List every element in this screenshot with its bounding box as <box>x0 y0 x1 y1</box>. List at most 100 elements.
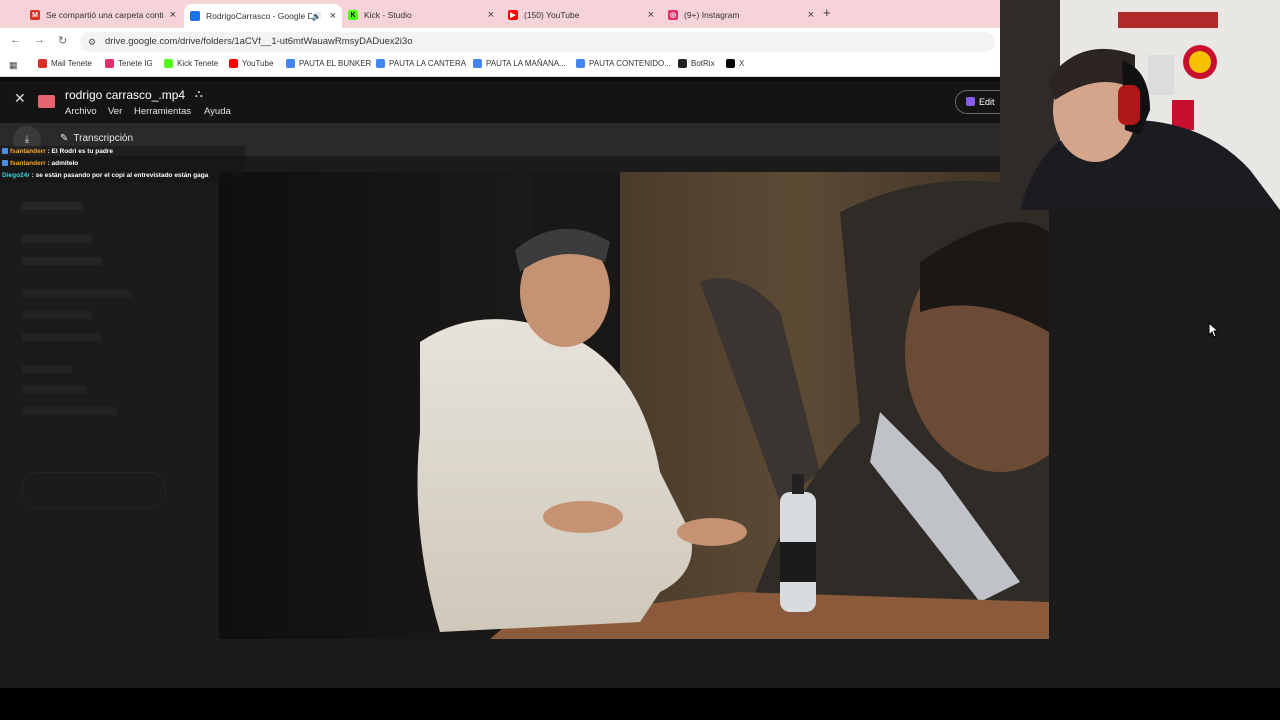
bookmark-pauta-el-bunker[interactable]: PAUTA EL BUNKER <box>286 59 371 68</box>
close-tab-icon[interactable]: × <box>330 10 336 22</box>
video-player[interactable] <box>220 172 1049 639</box>
doc-icon <box>576 59 585 68</box>
bookmark-label: Tenete IG <box>118 59 153 68</box>
background-sidebar-item <box>22 257 102 265</box>
background-sidebar-item <box>22 311 92 319</box>
audio-icon[interactable]: 🔊 <box>312 12 322 21</box>
youtube-icon: ▶ <box>508 10 518 20</box>
menu-herramientas[interactable]: Herramientas <box>134 106 191 117</box>
instagram-icon <box>105 59 114 68</box>
tab-title: RodrigoCarrasco - Google D <box>206 11 312 21</box>
background-sidebar-item <box>22 333 102 341</box>
forward-icon[interactable]: → <box>34 34 45 46</box>
reload-icon[interactable]: ↻ <box>58 34 67 47</box>
bookmark-kick-tenete[interactable]: Kick Tenete <box>164 59 218 68</box>
background-sidebar-item <box>22 290 132 298</box>
chat-text: : se están pasando por el copi al entrev… <box>31 172 209 179</box>
bookmark-label: PAUTA LA MAÑANA... <box>486 59 566 68</box>
bookmark-mail-tenete[interactable]: Mail Tenete <box>38 59 92 68</box>
gmail-icon: M <box>30 10 40 20</box>
mouse-cursor-icon <box>1208 322 1220 338</box>
url-text: drive.google.com/drive/folders/1aCVf__1-… <box>105 36 413 47</box>
x-icon <box>726 59 735 68</box>
moderator-badge-icon <box>2 160 8 166</box>
browser-tab-strip: M Se compartió una carpeta conti × Rodri… <box>0 0 1000 28</box>
stream-chat-overlay: fsantanderr : El Rodri es tu padre fsant… <box>0 146 245 183</box>
kick-icon: K <box>348 10 358 20</box>
bookmark-label: Kick Tenete <box>177 59 219 68</box>
background-sidebar-item <box>22 407 117 415</box>
gmail-icon <box>38 59 47 68</box>
tab-title: Kick - Studio <box>364 10 412 20</box>
tab-title: Se compartió una carpeta conti <box>46 10 164 20</box>
bookmark-label: BotRix <box>691 59 715 68</box>
video-frame <box>220 172 1049 639</box>
transcript-button[interactable]: ✎ Transcripción <box>60 133 133 144</box>
bookmark-tenete-ig[interactable]: Tenete IG <box>105 59 153 68</box>
background-sidebar-item <box>22 202 82 210</box>
bookmarks-bar: ▦ Mail Tenete Tenete IG Kick Tenete YouT… <box>0 56 1000 77</box>
kick-icon <box>164 59 173 68</box>
vids-icon <box>966 97 975 106</box>
tab-title: (150) YouTube <box>524 10 580 20</box>
bookmark-label: PAUTA LA CANTERA <box>389 59 467 68</box>
shared-drive-icon: ⛬ <box>195 88 203 100</box>
chat-text: : admitelo <box>47 160 79 167</box>
bookmark-pauta-la-cantera[interactable]: PAUTA LA CANTERA <box>376 59 466 68</box>
site-info-icon[interactable]: ⚙ <box>88 32 96 52</box>
bookmark-label: X <box>739 59 745 68</box>
doc-icon <box>473 59 482 68</box>
close-icon[interactable]: ✕ <box>14 90 26 107</box>
bookmark-label: YouTube <box>242 59 274 68</box>
doc-icon <box>286 59 295 68</box>
background-sidebar-item <box>22 365 72 373</box>
menu-ver[interactable]: Ver <box>108 106 122 117</box>
doc-icon <box>376 59 385 68</box>
edit-label: Edit <box>979 97 995 107</box>
close-tab-icon[interactable]: × <box>488 9 494 21</box>
tab-drive[interactable]: RodrigoCarrasco - Google D 🔊 × <box>184 4 342 28</box>
tab-title: (9+) Instagram <box>684 10 740 20</box>
webcam-overlay <box>1000 0 1280 210</box>
new-tab-button[interactable]: + <box>823 5 831 20</box>
transcript-icon: ✎ <box>60 133 69 144</box>
menu-ayuda[interactable]: Ayuda <box>204 106 231 117</box>
bookmark-pauta-la-manana[interactable]: PAUTA LA MAÑANA... <box>473 59 566 68</box>
background-storage-button <box>22 472 166 508</box>
botrix-icon <box>678 59 687 68</box>
bookmark-botrix[interactable]: BotRix <box>678 59 715 68</box>
bookmark-youtube[interactable]: YouTube <box>229 59 273 68</box>
bookmark-label: Mail Tenete <box>51 59 92 68</box>
tab-youtube[interactable]: ▶ (150) YouTube × <box>502 4 660 26</box>
video-file-icon <box>38 95 55 108</box>
drive-icon <box>190 11 200 21</box>
file-name: rodrigo carrasco_.mp4 <box>65 88 186 102</box>
tab-gmail[interactable]: M Se compartió una carpeta conti × <box>24 4 182 26</box>
chat-text: : El Rodri es tu padre <box>47 148 113 155</box>
background-sidebar-item <box>22 235 92 243</box>
instagram-icon: ◎ <box>668 10 678 20</box>
bookmark-label: PAUTA CONTENIDO... <box>589 59 671 68</box>
address-bar[interactable]: ⚙ drive.google.com/drive/folders/1aCVf__… <box>80 32 995 52</box>
transcript-label: Transcripción <box>73 133 134 144</box>
close-tab-icon[interactable]: × <box>648 9 654 21</box>
close-tab-icon[interactable]: × <box>808 9 814 21</box>
bookmark-x[interactable]: X <box>726 59 744 68</box>
chat-username: Diego24r <box>2 172 30 179</box>
tab-instagram[interactable]: ◎ (9+) Instagram × <box>662 4 820 26</box>
chat-username: fsantanderr <box>10 148 46 155</box>
apps-grid-icon[interactable]: ▦ <box>9 60 18 71</box>
chat-message: fsantanderr : El Rodri es tu padre <box>2 148 113 155</box>
menu-archivo[interactable]: Archivo <box>65 106 97 117</box>
youtube-icon <box>229 59 238 68</box>
bookmark-pauta-contenido[interactable]: PAUTA CONTENIDO... <box>576 59 671 68</box>
chat-username: fsantanderr <box>10 160 46 167</box>
chat-message: Diego24r : se están pasando por el copi … <box>2 172 208 179</box>
tab-kick[interactable]: K Kick - Studio × <box>342 4 500 26</box>
address-row: ← → ↻ ⚙ drive.google.com/drive/folders/1… <box>0 28 1000 56</box>
moderator-badge-icon <box>2 148 8 154</box>
close-tab-icon[interactable]: × <box>170 9 176 21</box>
chat-message: fsantanderr : admitelo <box>2 160 78 167</box>
webcam-frame <box>1000 0 1280 210</box>
back-icon[interactable]: ← <box>10 34 21 46</box>
